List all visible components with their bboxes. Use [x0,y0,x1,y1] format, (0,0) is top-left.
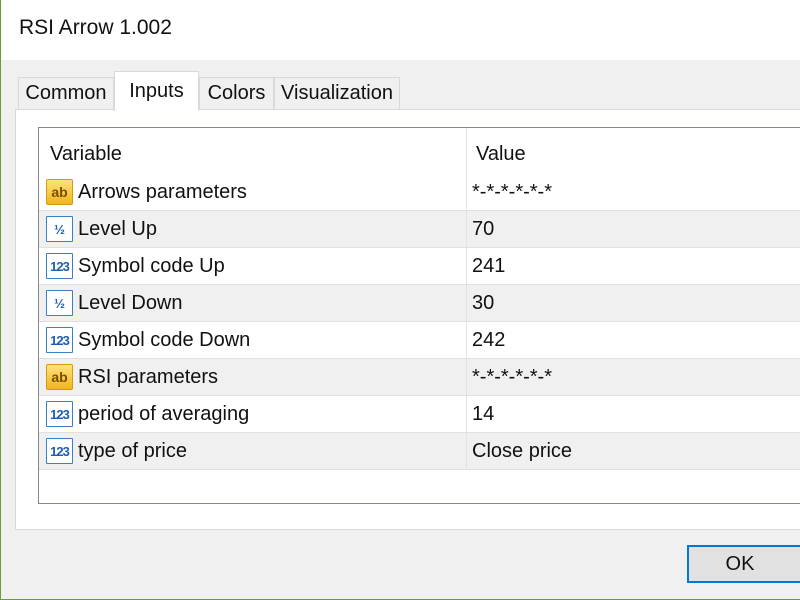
row-variable: period of averaging [78,403,250,425]
ab-string-icon: ab [46,179,73,205]
row-value[interactable]: 70 [472,211,494,248]
row-variable: Level Down [78,292,183,314]
row-variable: Level Up [78,218,157,240]
dialog-window: RSI Arrow 1.002 Common Inputs Colors Vis… [0,0,800,600]
ok-button[interactable]: OK [687,545,800,583]
table-row[interactable]: ab Arrows parameters *-*-*-*-*-* [39,174,800,211]
row-value[interactable]: Close price [472,433,572,470]
row-variable: Arrows parameters [78,181,247,203]
tab-inputs[interactable]: Inputs [114,71,199,111]
tab-common[interactable]: Common [18,77,114,109]
row-value[interactable]: *-*-*-*-*-* [472,359,552,396]
column-header-variable[interactable]: Variable [50,130,122,178]
tab-colors[interactable]: Colors [199,77,274,109]
double-fraction-icon: ½ [46,216,73,242]
table-row[interactable]: 123 Symbol code Up 241 [39,248,800,285]
tab-visualization-label: Visualization [281,82,393,104]
column-header-value[interactable]: Value [476,130,526,178]
row-variable: type of price [78,440,187,462]
row-variable: RSI parameters [78,366,219,388]
integer-123-icon: 123 [46,253,73,279]
table-row[interactable]: ½ Level Down 30 [39,285,800,322]
row-value[interactable]: 30 [472,285,494,322]
row-variable: Symbol code Up [78,255,225,277]
row-value[interactable]: 241 [472,248,505,285]
inputs-list[interactable]: Variable Value ab Arrows parameters *-*-… [38,127,800,504]
table-row[interactable]: 123 Symbol code Down 242 [39,322,800,359]
integer-123-icon: 123 [46,327,73,353]
ab-string-icon: ab [46,364,73,390]
row-value[interactable]: *-*-*-*-*-* [472,174,552,211]
tab-colors-label: Colors [207,82,266,104]
title-bar[interactable]: RSI Arrow 1.002 [1,0,800,60]
integer-123-icon: 123 [46,438,73,464]
table-row[interactable]: 123 type of price Close price [39,433,800,470]
tab-inputs-label: Inputs [129,80,184,102]
window-title: RSI Arrow 1.002 [19,16,172,39]
tab-common-label: Common [25,82,107,104]
row-value[interactable]: 14 [472,396,494,433]
table-row[interactable]: ab RSI parameters *-*-*-*-*-* [39,359,800,396]
tab-visualization[interactable]: Visualization [274,77,400,109]
row-value[interactable]: 242 [472,322,505,359]
integer-123-icon: 123 [46,401,73,427]
table-row[interactable]: ½ Level Up 70 [39,211,800,248]
table-row[interactable]: 123 period of averaging 14 [39,396,800,433]
double-fraction-icon: ½ [46,290,73,316]
row-variable: Symbol code Down [78,329,251,351]
